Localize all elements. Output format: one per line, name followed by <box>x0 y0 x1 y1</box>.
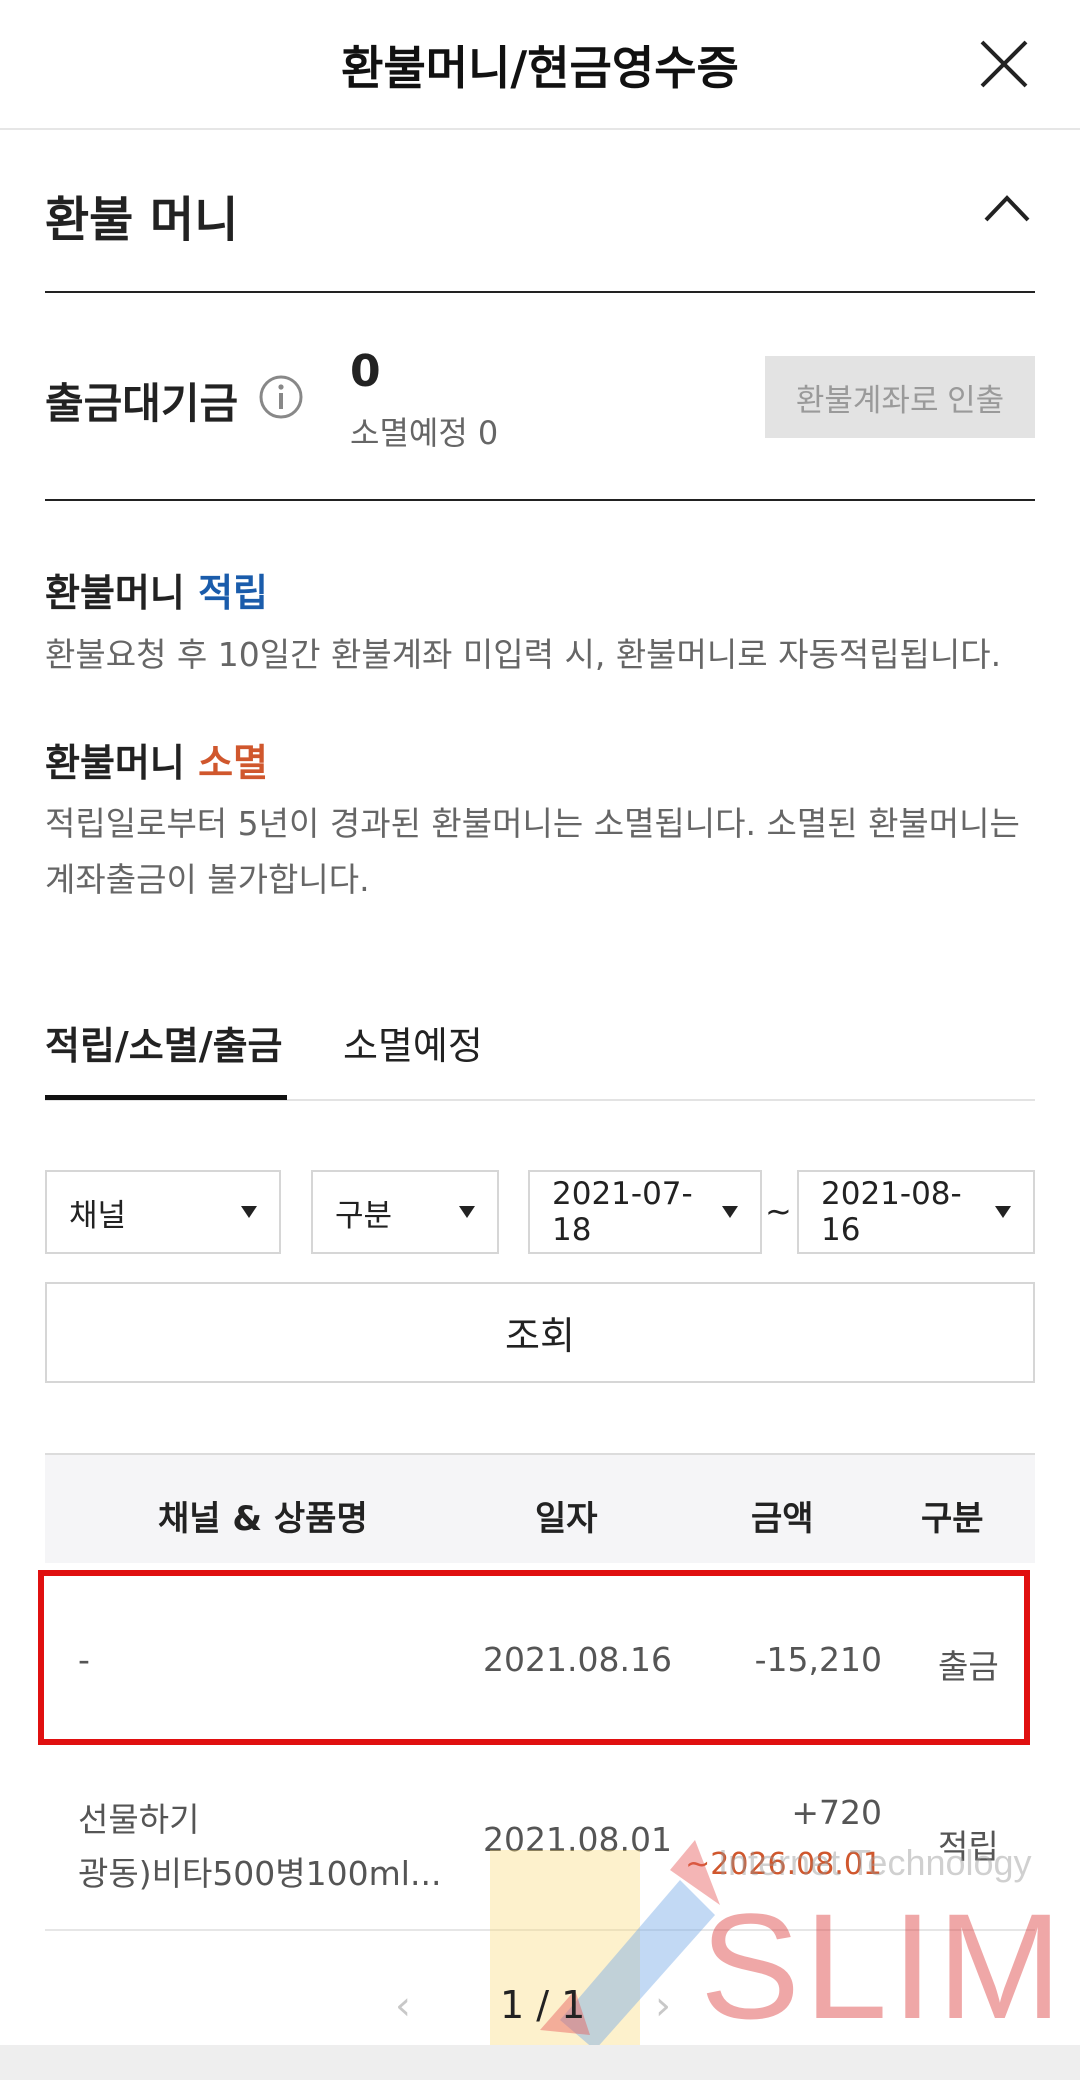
expiry-description: 적립일로부터 5년이 경과된 환불머니는 소멸됩니다. 소멸된 환불머니는 계좌… <box>45 804 1020 899</box>
tab-expiring[interactable]: 소멸예정 <box>343 1015 483 1070</box>
row2-product: 광동)비타500병100ml... <box>78 1854 442 1893</box>
row2-amount: +720 <box>791 1793 882 1832</box>
pager-indicator: 1 / 1 <box>500 1983 586 2027</box>
close-button[interactable] <box>976 36 1032 92</box>
withdraw-button[interactable]: 환불계좌로 인출 <box>765 356 1035 438</box>
watermark-brand: SLIM <box>700 1882 1067 2050</box>
caret-down-icon <box>995 1206 1011 1218</box>
row2-channel: 선물하기 <box>78 1800 200 1839</box>
caret-down-icon <box>459 1206 475 1218</box>
channel-select-label: 채널 <box>69 1197 127 1234</box>
search-button[interactable]: 조회 <box>45 1282 1035 1383</box>
footer-bar <box>0 2045 1080 2080</box>
start-date-select[interactable]: 2021-07-18 <box>528 1170 762 1254</box>
accrual-keyword: 적립 <box>198 571 268 615</box>
accrual-heading: 환불머니 적립 <box>45 562 268 617</box>
end-date-select[interactable]: 2021-08-16 <box>797 1170 1035 1254</box>
info-icon <box>259 375 303 419</box>
type-select-label: 구분 <box>335 1197 393 1234</box>
header-bar: 환불머니/현금영수증 <box>0 0 1080 130</box>
divider <box>45 291 1035 293</box>
pager-next-button[interactable]: › <box>655 1983 671 2029</box>
column-header-product: 채널 & 상품명 <box>158 1499 368 1539</box>
section-title: 환불 머니 <box>45 192 239 248</box>
caret-down-icon <box>722 1206 738 1218</box>
accrual-description: 환불요청 후 10일간 환불계좌 미입력 시, 환불머니로 자동적립됩니다. <box>45 635 1002 674</box>
active-tab-indicator <box>45 1095 287 1100</box>
start-date-value: 2021-07-18 <box>552 1176 693 1248</box>
pending-label: 출금대기금 <box>45 379 239 428</box>
column-header-date: 일자 <box>535 1499 598 1539</box>
highlight-box <box>38 1570 1030 1745</box>
watermark-tagline: Internet Technology <box>718 1842 1032 1883</box>
expiry-keyword: 소멸 <box>198 741 268 785</box>
column-header-type: 구분 <box>921 1499 984 1539</box>
table-header: 채널 & 상품명 일자 금액 구분 <box>45 1453 1035 1563</box>
date-range-separator: ~ <box>765 1192 792 1230</box>
info-button[interactable] <box>258 374 304 420</box>
close-icon <box>980 40 1028 88</box>
row2-date: 2021.08.01 <box>483 1820 672 1859</box>
divider <box>45 499 1035 501</box>
pending-amount: 0 <box>350 346 381 397</box>
caret-down-icon <box>241 1206 257 1218</box>
tab-history[interactable]: 적립/소멸/출금 <box>45 1015 283 1070</box>
expiring-amount: 소멸예정 0 <box>350 414 499 452</box>
column-header-amount: 금액 <box>751 1499 814 1539</box>
page-title: 환불머니/현금영수증 <box>341 41 739 95</box>
pager-prev-button[interactable]: ‹ <box>395 1983 411 2029</box>
type-select[interactable]: 구분 <box>311 1170 499 1254</box>
collapse-button[interactable] <box>982 188 1032 228</box>
accrual-heading-prefix: 환불머니 <box>45 571 199 615</box>
expiry-heading-prefix: 환불머니 <box>45 741 199 785</box>
end-date-value: 2021-08-16 <box>821 1176 962 1248</box>
channel-select[interactable]: 채널 <box>45 1170 281 1254</box>
expiry-heading: 환불머니 소멸 <box>45 732 268 787</box>
chevron-up-icon <box>984 195 1030 222</box>
